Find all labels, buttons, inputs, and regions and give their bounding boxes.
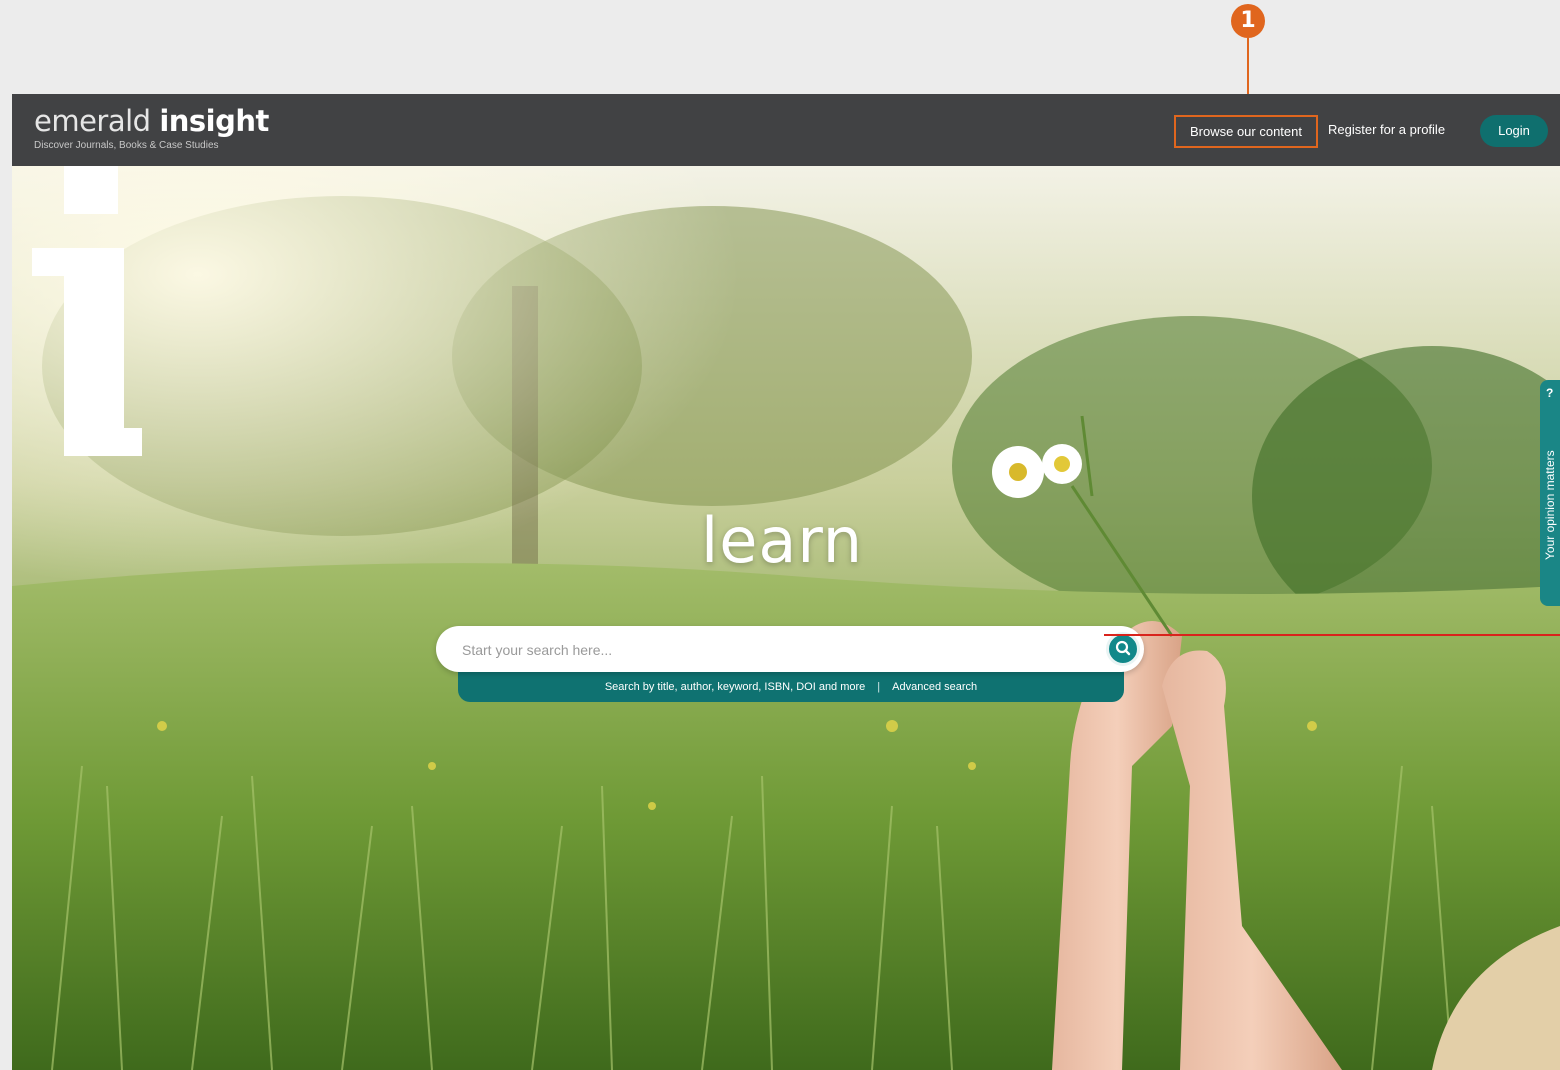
advanced-search-link[interactable]: Advanced search — [892, 681, 977, 693]
feedback-tab[interactable]: ? Your opinion matters — [1540, 380, 1560, 606]
search-hint-text: Search by title, author, keyword, ISBN, … — [604, 681, 866, 693]
search-panel: Search by title, author, keyword, ISBN, … — [436, 626, 1150, 746]
feedback-tab-label: Your opinion matters — [1543, 450, 1557, 560]
hero-banner: learn Search by title, author, keyword, … — [12, 166, 1560, 1070]
annotation-marker: 1 — [1231, 4, 1265, 38]
logo-wordmark: emerald insight — [34, 104, 269, 138]
search-input[interactable] — [460, 636, 1084, 664]
search-icon — [1115, 640, 1131, 656]
hero-headline: learn — [700, 504, 864, 577]
site-logo[interactable]: emerald insight Discover Journals, Books… — [34, 104, 269, 151]
login-button[interactable]: Login — [1480, 115, 1548, 147]
register-profile-link[interactable]: Register for a profile — [1328, 122, 1445, 137]
site-header: emerald insight Discover Journals, Books… — [12, 94, 1560, 166]
logo-tagline: Discover Journals, Books & Case Studies — [34, 140, 219, 151]
search-hint-separator: | — [877, 681, 881, 693]
help-icon: ? — [1546, 386, 1554, 400]
annotation-red-line-search — [1104, 634, 1560, 636]
search-button[interactable] — [1106, 632, 1140, 666]
browse-content-link[interactable]: Browse our content — [1174, 115, 1318, 148]
meadow-background-image — [12, 166, 1560, 1070]
browser-viewport: emerald insight Discover Journals, Books… — [12, 94, 1560, 1070]
insight-i-logomark — [32, 166, 142, 456]
search-box — [436, 626, 1144, 672]
